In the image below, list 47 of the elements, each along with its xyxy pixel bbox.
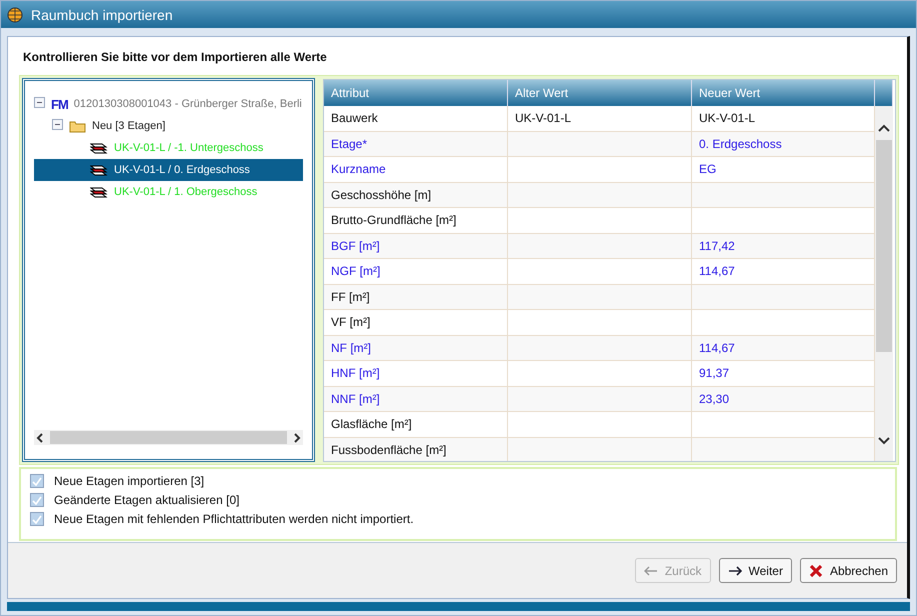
tree-item[interactable]: Neu [3 Etagen] <box>92 120 166 132</box>
tree-item[interactable]: UK-V-01-L / 0. Erdgeschoss <box>34 159 303 181</box>
table-cell: Fussbodenfläche [m²] <box>324 438 508 461</box>
tree-item[interactable]: UK-V-01-L / 1. Obergeschoss <box>34 181 303 203</box>
globe-icon <box>7 6 23 22</box>
collapse-icon[interactable] <box>34 97 45 108</box>
checkbox[interactable] <box>30 512 44 526</box>
folder-icon <box>69 120 86 132</box>
floor-stack-icon <box>90 142 108 154</box>
column-header[interactable]: Neuer Wert <box>692 80 875 106</box>
table-cell: BGF [m²] <box>324 234 508 258</box>
table-cell: UK-V-01-L <box>508 106 692 130</box>
checkbox-label: Geänderte Etagen aktualisieren [0] <box>54 493 240 507</box>
vertical-scrollbar[interactable] <box>875 106 893 461</box>
tree-item[interactable]: UK-V-01-L / -1. Untergeschoss <box>34 137 303 159</box>
checkbox-label: Neue Etagen mit fehlenden Pflichtattributen werden nicht importiert. <box>54 512 414 526</box>
next-button[interactable]: Weiter <box>718 558 792 583</box>
cancel-button[interactable]: Abbrechen <box>800 558 897 583</box>
checkbox-label: Neue Etagen importieren [3] <box>54 474 204 488</box>
table-cell: NF [m²] <box>324 336 508 360</box>
header-corner <box>875 80 893 106</box>
floor-stack-icon <box>90 164 108 176</box>
table-cell: FF [m²] <box>324 284 508 309</box>
collapse-icon[interactable] <box>52 119 63 130</box>
table-cell: Glasfläche [m²] <box>324 412 508 436</box>
floor-stack-icon <box>90 186 108 198</box>
instruction-heading: Kontrollieren Sie bitte vor dem Importieren alle Werte <box>23 50 328 64</box>
arrow-right-icon <box>728 566 742 576</box>
column-header[interactable]: Attribut <box>324 80 508 106</box>
table-cell: HNF [m²] <box>324 361 508 386</box>
table-cell: Geschosshöhe [m] <box>324 182 508 207</box>
table-cell: Brutto-Grundfläche [m²] <box>324 208 508 232</box>
table-cell: VF [m²] <box>324 310 508 334</box>
checkbox[interactable] <box>30 474 44 488</box>
close-icon <box>808 564 823 578</box>
column-header[interactable]: Alter Wert <box>508 80 692 106</box>
fm-logo: FM <box>51 96 68 112</box>
table-cell: Kurzname <box>324 157 508 182</box>
window-title: Raumbuch importieren <box>31 6 173 22</box>
horizontal-scrollbar[interactable] <box>34 430 303 445</box>
table-cell: Etage* <box>324 132 508 156</box>
checkbox[interactable] <box>30 493 44 507</box>
arrow-left-icon <box>644 566 658 576</box>
table-cell: NNF [m²] <box>324 386 508 411</box>
tree-item[interactable]: 0120130308001043 - Grünberger Straße, Berli <box>74 98 302 110</box>
table-cell: NGF [m²] <box>324 259 508 284</box>
table-cell: Bauwerk <box>324 106 508 130</box>
